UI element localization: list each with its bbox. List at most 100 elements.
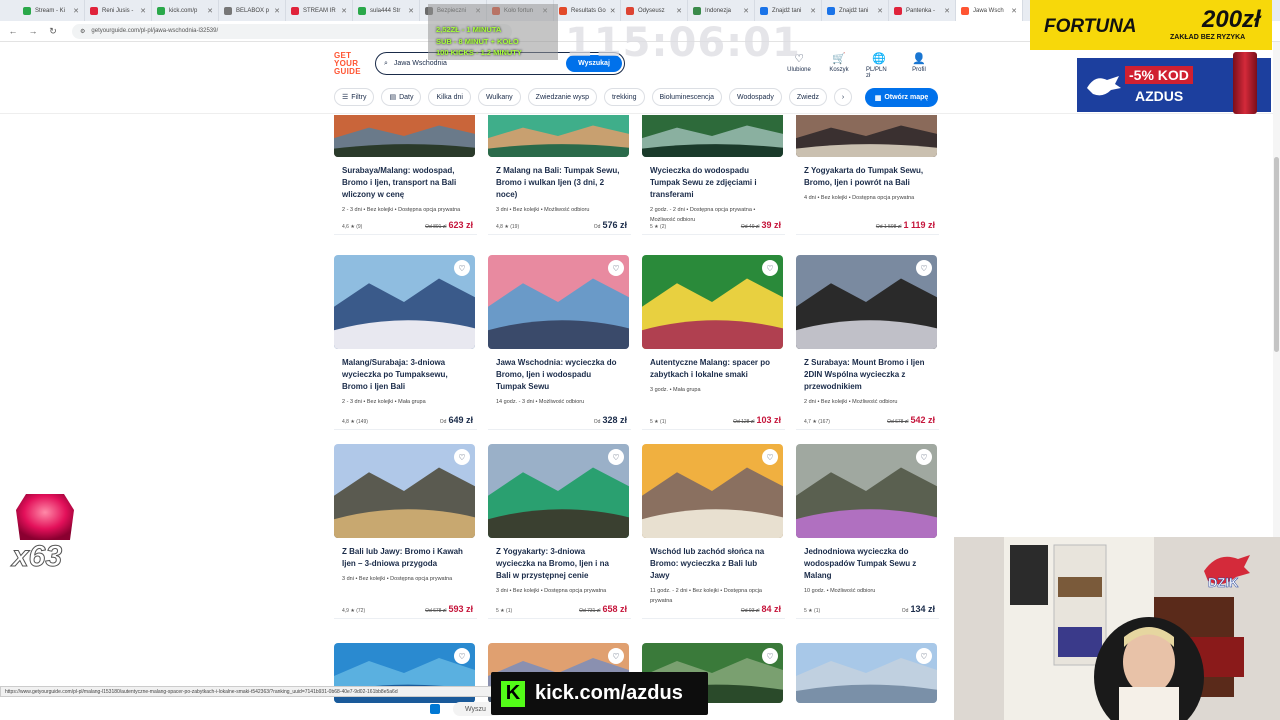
activity-card[interactable]: Surabaya/Malang: wodospad, Bromo i Ijen,… xyxy=(334,108,477,235)
site-info-icon[interactable]: ⚙ xyxy=(80,28,85,35)
browser-tab[interactable]: kick.com/p ✕ xyxy=(152,0,219,21)
wishlist-heart-icon[interactable]: ♡ xyxy=(916,260,932,276)
wishlist-heart-icon[interactable]: ♡ xyxy=(454,449,470,465)
close-tab-icon[interactable]: ✕ xyxy=(810,7,816,15)
filter-chip[interactable]: ☰ Filtry xyxy=(334,88,375,106)
open-map-button[interactable]: ▦ Otwórz mapę xyxy=(865,88,938,107)
browser-tab[interactable]: Odyseusz ✕ xyxy=(621,0,688,21)
header-pl-pln-z-button[interactable]: 🌐 PL/PLN zł xyxy=(866,52,892,79)
activity-title[interactable]: Autentyczne Malang: spacer po zabytkach … xyxy=(642,357,785,381)
close-tab-icon[interactable]: ✕ xyxy=(610,7,616,15)
activity-card[interactable]: ♡ Autentyczne Malang: spacer po zabytkach… xyxy=(642,255,785,430)
close-tab-icon[interactable]: ✕ xyxy=(274,7,280,15)
wishlist-heart-icon[interactable]: ♡ xyxy=(608,648,624,664)
close-tab-icon[interactable]: ✕ xyxy=(743,7,749,15)
price-from: Od xyxy=(593,419,601,425)
activity-title[interactable]: Z Yogyakarta do Tumpak Sewu, Bromo, Ijen… xyxy=(796,165,939,189)
activity-title[interactable]: Z Surabaya: Mount Bromo i Ijen 2DIN Wspó… xyxy=(796,357,939,393)
back-icon[interactable]: ← xyxy=(8,26,18,36)
getyourguide-logo[interactable]: GET YOUR GUIDE xyxy=(334,52,364,76)
activity-card[interactable]: ♡ Z Yogyakarty: 3-dniowa wycieczka na Bro… xyxy=(488,444,631,619)
browser-tab[interactable]: Znajdź tani ✕ xyxy=(755,0,822,21)
activity-card[interactable]: ♡ xyxy=(796,643,939,703)
activity-card[interactable]: ♡ Z Bali lub Jawy: Bromo i Kawah Ijen – 3… xyxy=(334,444,477,619)
activity-image[interactable]: ♡ xyxy=(334,255,475,349)
activity-card[interactable]: Z Malang na Bali: Tumpak Sewu, Bromo i w… xyxy=(488,108,631,235)
activity-card[interactable]: ♡ Malang/Surabaja: 3-dniowa wycieczka po … xyxy=(334,255,477,430)
wishlist-heart-icon[interactable]: ♡ xyxy=(762,648,778,664)
close-tab-icon[interactable]: ✕ xyxy=(676,7,682,15)
activity-card[interactable]: ♡ Jednodniowa wycieczka do wodospadów Tum… xyxy=(796,444,939,619)
header-koszykbutton[interactable]: 🛒 Koszyk xyxy=(826,52,852,79)
activity-image[interactable]: ♡ xyxy=(642,444,783,538)
activity-image[interactable]: ♡ xyxy=(796,444,937,538)
browser-tab[interactable]: sula444 Str ✕ xyxy=(353,0,420,21)
activity-card[interactable]: ♡ Wschód lub zachód słońca na Bromo: wyci… xyxy=(642,444,785,619)
browser-tab[interactable]: STREAM IR ✕ xyxy=(286,0,353,21)
forward-icon[interactable]: → xyxy=(28,26,38,36)
wishlist-heart-icon[interactable]: ♡ xyxy=(454,260,470,276)
close-tab-icon[interactable]: ✕ xyxy=(408,7,414,15)
wishlist-heart-icon[interactable]: ♡ xyxy=(608,449,624,465)
close-tab-icon[interactable]: ✕ xyxy=(341,7,347,15)
activity-title[interactable]: Wycieczka do wodospadu Tumpak Sewu ze zd… xyxy=(642,165,785,201)
activity-title[interactable]: Malang/Surabaja: 3-dniowa wycieczka po T… xyxy=(334,357,477,393)
close-tab-icon[interactable]: ✕ xyxy=(877,7,883,15)
activity-image[interactable] xyxy=(488,115,629,157)
filter-chip[interactable]: Wulkany xyxy=(477,88,521,106)
close-tab-icon[interactable]: ✕ xyxy=(73,7,79,15)
activity-card[interactable]: Z Yogyakarta do Tumpak Sewu, Bromo, Ijen… xyxy=(796,108,939,235)
wishlist-heart-icon[interactable]: ♡ xyxy=(916,648,932,664)
activity-title[interactable]: Surabaya/Malang: wodospad, Bromo i Ijen,… xyxy=(334,165,477,201)
activity-title[interactable]: Z Yogyakarty: 3-dniowa wycieczka na Brom… xyxy=(488,546,631,582)
browser-tab[interactable]: Reni Jusis - ✕ xyxy=(85,0,152,21)
activity-image[interactable]: ♡ xyxy=(642,255,783,349)
activity-image[interactable]: ♡ xyxy=(796,643,937,703)
browser-tab[interactable]: Znajdź tani ✕ xyxy=(822,0,889,21)
activity-image[interactable]: ♡ xyxy=(334,444,475,538)
close-tab-icon[interactable]: ✕ xyxy=(207,7,213,15)
activity-title[interactable]: Wschód lub zachód słońca na Bromo: wycie… xyxy=(642,546,785,582)
search-input[interactable]: Jawa Wschodnia xyxy=(394,60,447,67)
filter-chip[interactable]: Zwiedzanie wysp xyxy=(527,88,597,106)
windows-start-icon[interactable] xyxy=(430,704,440,714)
chips-next-icon[interactable]: › xyxy=(834,88,853,106)
browser-tab[interactable]: Pantenka - ✕ xyxy=(889,0,956,21)
wishlist-heart-icon[interactable]: ♡ xyxy=(762,260,778,276)
wishlist-heart-icon[interactable]: ♡ xyxy=(608,260,624,276)
wishlist-heart-icon[interactable]: ♡ xyxy=(454,648,470,664)
activity-card[interactable]: ♡ Z Surabaya: Mount Bromo i Ijen 2DIN Wsp… xyxy=(796,255,939,430)
close-tab-icon[interactable]: ✕ xyxy=(944,7,950,15)
filter-chip[interactable]: Zwiedz xyxy=(788,88,828,106)
filter-chip[interactable]: trekking xyxy=(603,88,645,106)
filter-chip[interactable]: Kilka dni xyxy=(428,88,471,106)
activity-title[interactable]: Jednodniowa wycieczka do wodospadów Tump… xyxy=(796,546,939,582)
filter-chip[interactable]: Wodospady xyxy=(728,88,782,106)
activity-image[interactable]: ♡ xyxy=(796,255,937,349)
filter-chip[interactable]: ▤ Daty xyxy=(381,88,422,106)
reload-icon[interactable]: ↻ xyxy=(48,26,58,37)
activity-title[interactable]: Jawa Wschodnia: wycieczka do Bromo, Ijen… xyxy=(488,357,631,393)
activity-image[interactable]: ♡ xyxy=(488,255,629,349)
activity-image[interactable] xyxy=(796,115,937,157)
activity-card[interactable]: ♡ Jawa Wschodnia: wycieczka do Bromo, Ije… xyxy=(488,255,631,430)
browser-tab[interactable]: Resultats Go ✕ xyxy=(554,0,621,21)
header-profilbutton[interactable]: 👤 Profil xyxy=(906,52,932,79)
browser-tab[interactable]: Indonezja ✕ xyxy=(688,0,755,21)
wishlist-heart-icon[interactable]: ♡ xyxy=(762,449,778,465)
browser-tab[interactable]: Jawa Wsch ✕ xyxy=(956,0,1023,21)
browser-tab[interactable]: Stream - Ki ✕ xyxy=(18,0,85,21)
activity-image[interactable] xyxy=(642,115,783,157)
activity-image[interactable] xyxy=(334,115,475,157)
activity-image[interactable]: ♡ xyxy=(488,444,629,538)
wishlist-heart-icon[interactable]: ♡ xyxy=(916,449,932,465)
browser-tab[interactable]: BELABOX p ✕ xyxy=(219,0,286,21)
filter-chip[interactable]: Bioluminescencja xyxy=(651,88,722,106)
close-tab-icon[interactable]: ✕ xyxy=(1011,7,1017,15)
activity-card[interactable]: Wycieczka do wodospadu Tumpak Sewu ze zd… xyxy=(642,108,785,235)
scrollbar-thumb[interactable] xyxy=(1274,157,1279,352)
activity-title[interactable]: Z Bali lub Jawy: Bromo i Kawah Ijen – 3-… xyxy=(334,546,477,570)
activity-title[interactable]: Z Malang na Bali: Tumpak Sewu, Bromo i w… xyxy=(488,165,631,201)
activity-price: Od 678 zł 542 zł xyxy=(887,415,935,425)
close-tab-icon[interactable]: ✕ xyxy=(140,7,146,15)
